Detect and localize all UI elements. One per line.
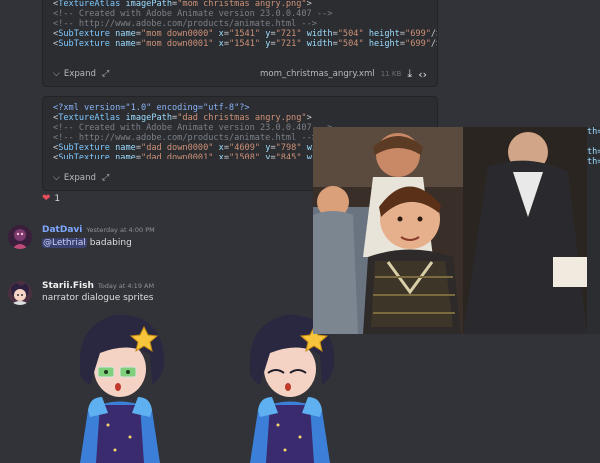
code-line: <SubTexture name="mom down0000" x="1541"…	[53, 29, 437, 39]
timestamp: Yesterday at 4:00 PM	[86, 226, 155, 234]
code-token: "504"	[337, 39, 364, 49]
code-token: "mom down0000"	[141, 29, 214, 39]
reaction-count: 1	[54, 193, 61, 204]
code-token: "1541"	[229, 29, 261, 39]
code-token: name	[115, 153, 136, 159]
code-token: imagePath	[125, 113, 173, 123]
code-token: "dad christmas angry.png"	[177, 113, 307, 123]
code-token: width	[306, 29, 333, 39]
download-icon[interactable]: ⤓	[407, 67, 412, 81]
avatar[interactable]	[8, 281, 32, 305]
code-line: <!-- Created with Adobe Animate version …	[53, 9, 427, 19]
code-token: <?xml version="1.0" encoding="utf-8"?>	[53, 103, 250, 113]
username-text[interactable]: Starii.Fish	[42, 281, 94, 291]
file-size: 11 KB	[380, 70, 402, 78]
code-token: "504"	[337, 29, 364, 39]
expand-button[interactable]: ⌵ Expand	[53, 69, 96, 79]
code-token: "721"	[275, 29, 302, 39]
username-text[interactable]: DatDavi	[42, 225, 82, 235]
code-token: <!-- http://www.adobe.com/products/anima…	[53, 133, 317, 143]
sprite-character-left	[79, 314, 165, 463]
video-frame	[313, 127, 587, 334]
chevron-down-icon: ⌵	[53, 69, 60, 79]
user-mention[interactable]: @Lethrial	[42, 238, 87, 248]
reaction-button[interactable]: ❤ 1	[42, 193, 60, 204]
code-line: <SubTexture name="mom down0001" x="1541"…	[53, 39, 437, 49]
code-token: SubTexture	[58, 153, 110, 159]
code-content: <TextureAtlas imagePath="mom christmas a…	[43, 0, 437, 55]
timestamp: Today at 4:19 AM	[97, 282, 155, 290]
message-text: narrator dialogue sprites	[42, 293, 154, 303]
code-token: name	[115, 39, 136, 49]
code-token: TextureAtlas	[58, 0, 121, 9]
code-line: <TextureAtlas imagePath="mom christmas a…	[53, 0, 427, 9]
chevron-down-icon: ⌵	[53, 173, 60, 183]
code-token: <!-- http://www.adobe.com/products/anima…	[53, 19, 317, 29]
video-embed[interactable]	[313, 127, 587, 334]
file-name[interactable]: mom_christmas_angry.xml	[260, 69, 375, 79]
code-token: "1508"	[229, 153, 261, 159]
code-token: "dad down0001"	[141, 153, 214, 159]
code-token: "1541"	[229, 39, 261, 49]
code-line: <TextureAtlas imagePath="dad christmas a…	[53, 113, 427, 123]
code-token: height	[368, 39, 400, 49]
username[interactable]: Starii.Fish Today at 4:19 AM	[42, 281, 154, 291]
message-body: badabing	[86, 238, 132, 248]
code-token: "845"	[275, 153, 302, 159]
code-line: <?xml version="1.0" encoding="utf-8"?>	[53, 103, 427, 113]
code-overflow-edge: th= th= th=	[587, 127, 600, 334]
expand-button[interactable]: ⌵ Expand	[53, 173, 96, 183]
avatar[interactable]	[8, 225, 32, 249]
expand-arrows-icon[interactable]: ⤢	[102, 69, 109, 79]
message-text: @Lethrial badabing	[42, 238, 132, 248]
code-token: "721"	[275, 39, 302, 49]
code-token: "798"	[275, 143, 302, 153]
code-token: "699"	[405, 39, 431, 49]
code-token: >	[306, 0, 312, 9]
code-token: height	[368, 29, 400, 39]
sprite-character-right	[249, 314, 335, 463]
code-token: SubTexture	[58, 143, 110, 153]
code-token: "dad down0000"	[141, 143, 214, 153]
code-token: SubTexture	[58, 39, 110, 49]
code-token: name	[115, 29, 136, 39]
code-token: name	[115, 143, 136, 153]
code-embed-mom: <TextureAtlas imagePath="mom christmas a…	[42, 0, 438, 87]
code-token: <!-- Created with Adobe Animate version …	[53, 9, 333, 19]
code-token: width	[306, 39, 333, 49]
code-token: "699"	[405, 29, 431, 39]
code-token: TextureAtlas	[58, 113, 121, 123]
code-token: />	[430, 29, 437, 39]
code-token: <!-- Created with Adobe Animate version …	[53, 123, 333, 133]
code-icon[interactable]: ‹›	[418, 68, 427, 81]
code-token: imagePath	[125, 0, 173, 9]
code-line: <!-- http://www.adobe.com/products/anima…	[53, 19, 427, 29]
expand-arrows-icon[interactable]: ⤢	[102, 173, 109, 183]
heart-icon: ❤	[42, 193, 51, 204]
expand-label: Expand	[63, 173, 96, 183]
code-token: />	[430, 39, 437, 49]
username[interactable]: DatDavi Yesterday at 4:00 PM	[42, 225, 155, 235]
code-token: "mom down0001"	[141, 39, 214, 49]
expand-label: Expand	[63, 69, 96, 79]
code-token: "mom christmas angry.png"	[177, 0, 307, 9]
code-footer: ⌵ Expand ⤢ mom_christmas_angry.xml 11 KB…	[43, 62, 437, 86]
code-token: SubTexture	[58, 29, 110, 39]
code-token: >	[306, 113, 312, 123]
code-token: "4609"	[229, 143, 261, 153]
